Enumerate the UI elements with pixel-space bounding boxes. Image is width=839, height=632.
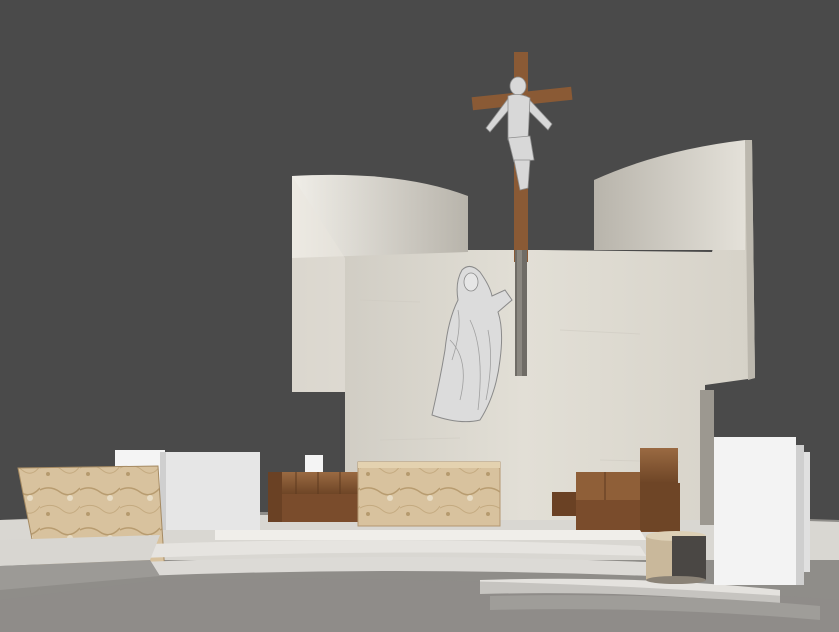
right-white-panels <box>714 437 810 585</box>
wooden-seats-left <box>268 472 358 522</box>
chancel-render <box>0 0 839 632</box>
altar-block <box>357 461 501 527</box>
stone-cylinder <box>646 531 706 584</box>
render-scene <box>0 0 839 632</box>
